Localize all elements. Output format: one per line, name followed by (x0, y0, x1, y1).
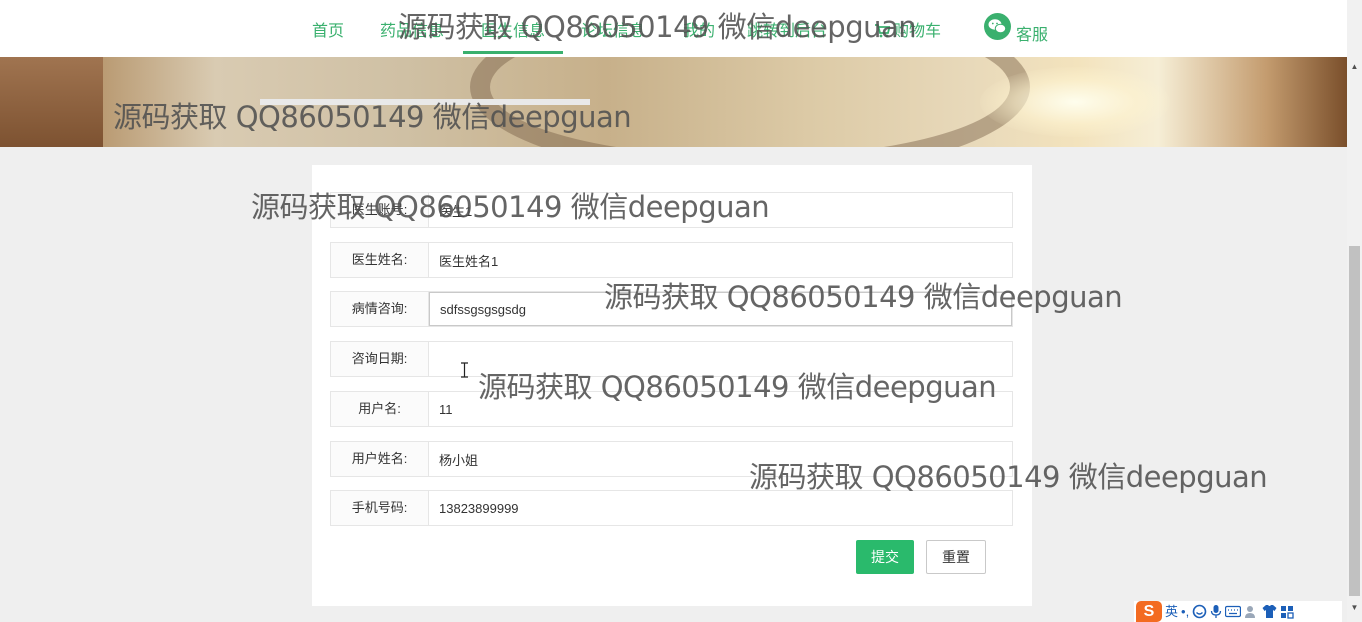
ime-punctuation-toggle[interactable]: •, (1181, 601, 1189, 622)
text-cursor-icon (461, 362, 468, 378)
reset-button[interactable]: 重置 (926, 540, 986, 574)
phone-label: 手机号码: (331, 491, 429, 525)
banner-light-spot (980, 67, 1170, 137)
submit-button[interactable]: 提交 (856, 540, 914, 574)
username-label: 用户名: (331, 392, 429, 426)
nav-home[interactable]: 首页 (312, 17, 344, 41)
watermark: 源码获取 QQ86050149 微信deepguan (749, 460, 1268, 494)
phone-input[interactable] (429, 491, 1012, 525)
ime-language-toggle[interactable]: 英 (1165, 601, 1178, 622)
ime-logo-icon[interactable]: S (1136, 601, 1162, 622)
nav-customer-service[interactable]: 客服 (1016, 21, 1048, 45)
consultation-label: 病情咨询: (331, 292, 429, 326)
nav-active-indicator (463, 51, 563, 54)
scroll-down-icon[interactable]: ▼ (1350, 603, 1359, 612)
ime-toolbar: S 英 •, (1134, 601, 1342, 622)
watermark: 源码获取 QQ86050149 微信deepguan (113, 100, 632, 134)
form-row-doctor-name: 医生姓名: (330, 242, 1013, 278)
watermark: 源码获取 QQ86050149 微信deepguan (398, 10, 917, 44)
ime-toolbox-icon[interactable] (1280, 605, 1294, 619)
wechat-icon[interactable] (984, 13, 1011, 40)
consult-date-label: 咨询日期: (331, 342, 429, 376)
scroll-up-icon[interactable]: ▲ (1350, 62, 1359, 71)
banner-wood-edge (0, 57, 103, 147)
user-fullname-label: 用户姓名: (331, 442, 429, 476)
scroll-thumb[interactable] (1349, 246, 1360, 596)
watermark: 源码获取 QQ86050149 微信deepguan (251, 190, 770, 224)
ime-user-icon[interactable] (1244, 604, 1259, 619)
watermark: 源码获取 QQ86050149 微信deepguan (478, 370, 997, 404)
doctor-name-input[interactable] (429, 243, 1012, 277)
ime-keyboard-icon[interactable] (1225, 605, 1242, 618)
ime-skin-icon[interactable] (1262, 604, 1277, 619)
ime-microphone-icon[interactable] (1210, 604, 1222, 619)
watermark: 源码获取 QQ86050149 微信deepguan (604, 280, 1123, 314)
ime-emoji-icon[interactable] (1192, 604, 1207, 619)
doctor-name-label: 医生姓名: (331, 243, 429, 277)
